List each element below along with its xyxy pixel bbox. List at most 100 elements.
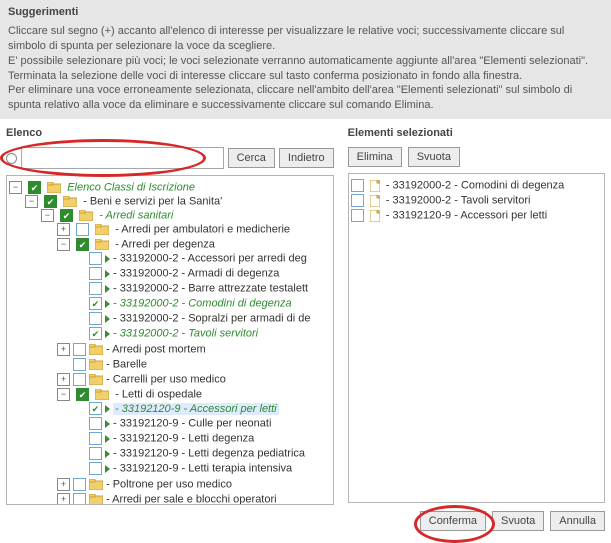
checkbox[interactable]: [89, 282, 102, 295]
checkbox[interactable]: [89, 432, 102, 445]
tree-label[interactable]: - 33192000-2 - Comodini di degenza: [113, 298, 292, 310]
folder-icon: [89, 359, 103, 370]
checkbox[interactable]: [89, 402, 102, 415]
folder-icon: [95, 239, 109, 250]
search-button[interactable]: Cerca: [228, 148, 275, 168]
folder-icon: [63, 196, 77, 207]
checkbox[interactable]: [351, 194, 364, 207]
folder-icon: [47, 182, 61, 193]
tree-panel[interactable]: − Elenco Classi di Iscrizione − - Beni e…: [6, 175, 334, 505]
checkbox[interactable]: [89, 447, 102, 460]
checkbox[interactable]: [76, 238, 89, 251]
checkbox[interactable]: [60, 209, 73, 222]
checkbox[interactable]: [351, 209, 364, 222]
selected-label[interactable]: - 33192000-2 - Comodini di degenza: [386, 180, 565, 192]
expander-icon[interactable]: −: [9, 181, 22, 194]
checkbox[interactable]: [89, 417, 102, 430]
page-icon: [370, 195, 380, 207]
expander-icon[interactable]: +: [57, 343, 70, 356]
tree-label[interactable]: - 33192120-9 - Culle per neonati: [113, 418, 271, 430]
expander-icon[interactable]: −: [41, 209, 54, 222]
expander-icon[interactable]: +: [57, 493, 70, 505]
folder-icon: [95, 224, 109, 235]
selected-label[interactable]: - 33192000-2 - Tavoli servitori: [386, 195, 531, 207]
checkbox[interactable]: [73, 478, 86, 491]
checkbox[interactable]: [76, 388, 89, 401]
folder-icon: [89, 479, 103, 490]
checkbox[interactable]: [44, 195, 57, 208]
hints-title: Suggerimenti: [8, 6, 603, 18]
cancel-button[interactable]: Annulla: [550, 511, 605, 531]
tree-label[interactable]: - 33192120-9 - Letti degenza: [113, 433, 254, 445]
tree-root-label[interactable]: Elenco Classi di Iscrizione: [67, 182, 195, 194]
selected-item: - 33192120-9 - Accessori per letti: [351, 208, 602, 223]
tree-label[interactable]: - Arredi per sale e blocchi operatori: [106, 494, 277, 506]
checkbox[interactable]: [351, 179, 364, 192]
selected-panel[interactable]: - 33192000-2 - Comodini di degenza - 331…: [348, 173, 605, 503]
empty-button-top[interactable]: Svuota: [408, 147, 460, 167]
page-icon: [370, 210, 380, 222]
tree-label[interactable]: - Barelle: [106, 359, 147, 371]
checkbox[interactable]: [76, 223, 89, 236]
folder-icon: [89, 344, 103, 355]
leaf-icon: [105, 435, 110, 443]
tree-label[interactable]: - Arredi post mortem: [106, 344, 206, 356]
tree-label[interactable]: - Letti di ospedale: [115, 389, 202, 401]
checkbox[interactable]: [89, 267, 102, 280]
folder-icon: [89, 374, 103, 385]
checkbox[interactable]: [73, 343, 86, 356]
expander-icon[interactable]: +: [57, 223, 70, 236]
tree-label[interactable]: - Arredi per degenza: [115, 239, 215, 251]
folder-icon: [95, 389, 109, 400]
leaf-icon: [105, 315, 110, 323]
expander-icon[interactable]: −: [57, 238, 70, 251]
hints-text: Cliccare sul segno (+) accanto all'elenc…: [8, 24, 603, 113]
checkbox[interactable]: [73, 373, 86, 386]
expander-icon[interactable]: −: [57, 388, 70, 401]
page-icon: [370, 180, 380, 192]
leaf-icon: [105, 465, 110, 473]
leaf-icon: [105, 285, 110, 293]
tree-label[interactable]: - 33192000-2 - Sopralzi per armadi di de: [113, 313, 311, 325]
tree-label[interactable]: - Arredi sanitari: [99, 210, 173, 222]
expander-icon[interactable]: +: [57, 478, 70, 491]
leaf-icon: [105, 300, 110, 308]
leaf-icon: [105, 450, 110, 458]
tree-label[interactable]: - Arredi per ambulatori e medicherie: [115, 224, 290, 236]
elenco-title: Elenco: [6, 127, 334, 139]
tree-label[interactable]: - 33192000-2 - Armadi di degenza: [113, 268, 279, 280]
delete-button[interactable]: Elimina: [348, 147, 402, 167]
tree-label[interactable]: - Carrelli per uso medico: [106, 374, 226, 386]
back-button[interactable]: Indietro: [279, 148, 334, 168]
checkbox[interactable]: [89, 327, 102, 340]
tree-label[interactable]: - 33192000-2 - Tavoli servitori: [113, 328, 258, 340]
checkbox[interactable]: [73, 358, 86, 371]
tree-label[interactable]: - 33192120-9 - Letti terapia intensiva: [113, 463, 292, 475]
tree-label[interactable]: - Poltrone per uso medico: [106, 479, 232, 491]
leaf-icon: [105, 330, 110, 338]
tree-label[interactable]: - 33192120-9 - Letti degenza pediatrica: [113, 448, 305, 460]
selected-label[interactable]: - 33192120-9 - Accessori per letti: [386, 210, 547, 222]
leaf-icon: [105, 405, 110, 413]
expander-icon[interactable]: +: [57, 373, 70, 386]
search-input[interactable]: [21, 147, 224, 169]
tree-label[interactable]: - 33192000-2 - Barre attrezzate testalet…: [113, 283, 308, 295]
selected-item: - 33192000-2 - Comodini di degenza: [351, 178, 602, 193]
selected-item: - 33192000-2 - Tavoli servitori: [351, 193, 602, 208]
hints-panel: Suggerimenti Cliccare sul segno (+) acca…: [0, 0, 611, 119]
confirm-button[interactable]: Conferma: [420, 511, 486, 531]
empty-button[interactable]: Svuota: [492, 511, 544, 531]
search-mode-radio[interactable]: [6, 153, 17, 164]
folder-icon: [89, 494, 103, 505]
checkbox[interactable]: [73, 493, 86, 505]
checkbox[interactable]: [28, 181, 41, 194]
leaf-icon: [105, 255, 110, 263]
tree-label[interactable]: - Beni e servizi per la Sanita': [83, 196, 222, 208]
tree-label[interactable]: - 33192000-2 - Accessori per arredi deg: [113, 253, 307, 265]
checkbox[interactable]: [89, 462, 102, 475]
expander-icon[interactable]: −: [25, 195, 38, 208]
tree-label[interactable]: - 33192120-9 - Accessori per letti: [113, 403, 279, 415]
checkbox[interactable]: [89, 312, 102, 325]
checkbox[interactable]: [89, 297, 102, 310]
checkbox[interactable]: [89, 252, 102, 265]
